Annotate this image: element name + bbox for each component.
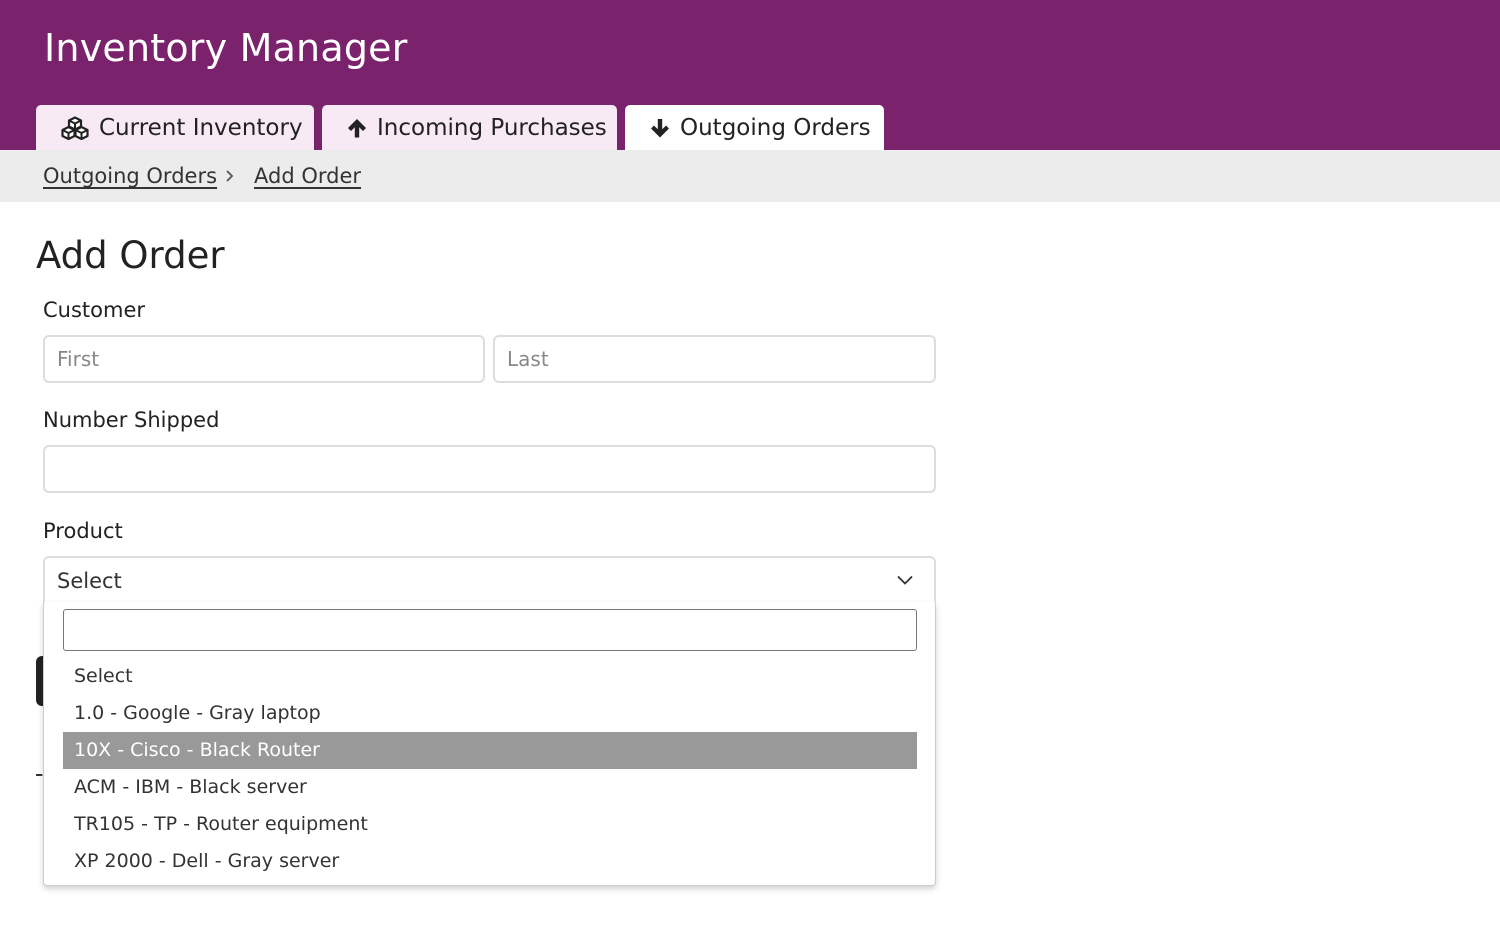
back-link[interactable] [36, 754, 42, 778]
page-title: Add Order [36, 234, 225, 277]
product-label: Product [43, 519, 123, 543]
tab-label: Outgoing Orders [680, 114, 871, 141]
tab-outgoing-orders[interactable]: Outgoing Orders [625, 105, 884, 150]
product-option[interactable]: 1.0 - Google - Gray laptop [63, 695, 917, 732]
tab-label: Current Inventory [99, 114, 303, 141]
product-options-list: Select 1.0 - Google - Gray laptop 10X - … [63, 658, 917, 880]
product-option[interactable]: ACM - IBM - Black server [63, 769, 917, 806]
product-search-input[interactable] [63, 609, 917, 651]
customer-last-name-input[interactable] [493, 335, 936, 383]
app-title: Inventory Manager [44, 26, 408, 70]
number-shipped-input[interactable] [43, 445, 936, 493]
product-option[interactable]: 10X - Cisco - Black Router [63, 732, 917, 769]
number-shipped-label: Number Shipped [43, 408, 220, 432]
product-select-value: Select [57, 569, 122, 593]
app-header: Inventory Manager Current Inventory Inco… [0, 0, 1500, 150]
product-option[interactable]: XP 2000 - Dell - Gray server [63, 843, 917, 880]
product-select[interactable]: Select [43, 556, 936, 604]
product-option[interactable]: Select [63, 658, 917, 695]
breadcrumb-link-add-order[interactable]: Add Order [254, 164, 361, 188]
chevron-down-icon [897, 575, 913, 585]
chevron-right-icon [226, 170, 234, 182]
product-dropdown: Select 1.0 - Google - Gray laptop 10X - … [43, 602, 936, 886]
breadcrumb: Outgoing Orders Add Order [0, 150, 1500, 202]
tab-current-inventory[interactable]: Current Inventory [36, 105, 314, 150]
product-option[interactable]: TR105 - TP - Router equipment [63, 806, 917, 843]
customer-label: Customer [43, 298, 146, 322]
arrow-down-icon [651, 118, 669, 137]
tab-incoming-purchases[interactable]: Incoming Purchases [322, 105, 617, 150]
breadcrumb-link-outgoing-orders[interactable]: Outgoing Orders [43, 164, 217, 188]
cubes-icon [61, 115, 89, 140]
arrow-up-icon [348, 118, 366, 137]
customer-first-name-input[interactable] [43, 335, 485, 383]
tab-label: Incoming Purchases [377, 114, 607, 141]
